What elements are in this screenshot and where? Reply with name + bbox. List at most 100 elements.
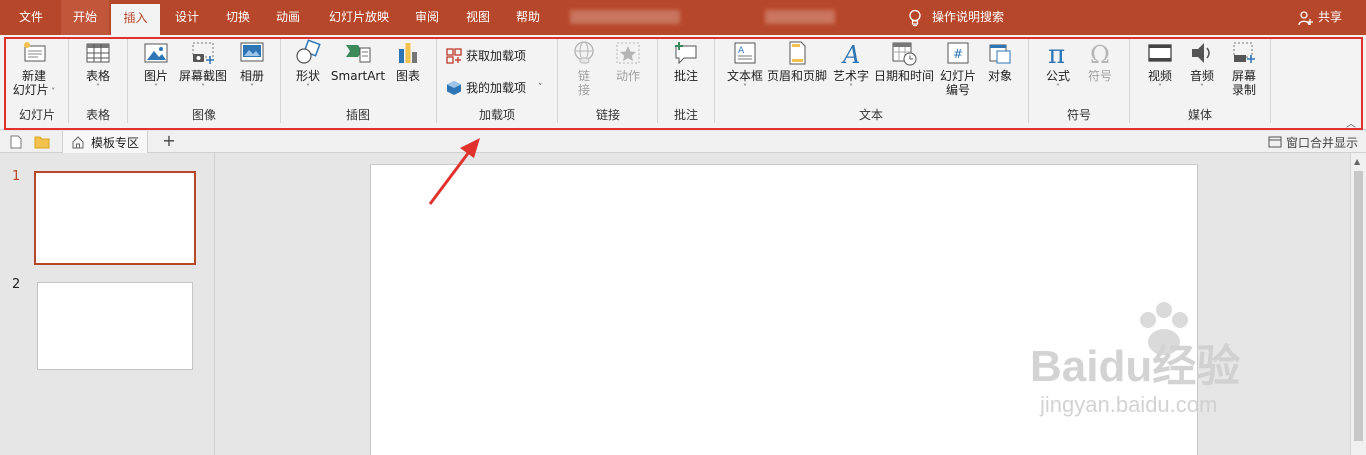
header-footer-icon	[789, 41, 806, 65]
group-comments: 批注 批注	[660, 35, 712, 129]
table-button[interactable]: 表格 ˅	[76, 39, 120, 93]
tab-view[interactable]: 视图	[456, 0, 500, 35]
table-label: 表格	[85, 69, 110, 83]
smartart-button[interactable]: SmartArt	[330, 39, 386, 83]
slide-number-button[interactable]: # 幻灯片 编号	[938, 39, 978, 97]
pi-icon: π	[1048, 40, 1065, 67]
screen-recording-button[interactable]: 屏幕 录制	[1224, 39, 1264, 97]
tell-me-label: 操作说明搜索	[932, 10, 1005, 24]
comment-button[interactable]: 批注	[664, 39, 708, 83]
omega-icon: Ω	[1090, 41, 1110, 67]
new-slide-button[interactable]: 新建 幻灯片 ˅	[6, 39, 62, 97]
header-footer-button[interactable]: 页眉和页脚	[766, 39, 828, 83]
slide-thumbnail[interactable]	[34, 171, 196, 265]
tab-help[interactable]: 帮助	[506, 0, 550, 35]
get-addins-label: 获取加载项	[466, 49, 527, 63]
document-tab-bar: 模板专区 + 窗口合并显示	[0, 131, 1366, 153]
tell-me-search[interactable]: 操作说明搜索	[908, 0, 1004, 35]
new-slide-label-1: 新建	[21, 69, 46, 83]
divider	[657, 39, 658, 123]
object-button[interactable]: 对象	[980, 39, 1020, 83]
speaker-icon	[1192, 43, 1210, 63]
slide-number-label-1: 幻灯片	[939, 69, 976, 83]
textbox-button[interactable]: A 文本框 ˅	[724, 39, 766, 93]
chevron-down-icon: ˅	[48, 87, 56, 96]
folder-icon[interactable]	[34, 135, 50, 149]
picture-button[interactable]: 图片 ˅	[136, 39, 176, 93]
chevron-down-icon: ˅	[1056, 83, 1060, 92]
new-slide-icon	[24, 42, 46, 62]
store-icon	[446, 47, 462, 64]
group-tables: 表格 ˅ 表格	[70, 35, 126, 129]
wordart-icon: A	[841, 41, 860, 67]
datetime-button[interactable]: 日期和时间	[872, 39, 936, 83]
smartart-label: SmartArt	[330, 69, 386, 83]
tab-home[interactable]: 开始	[61, 0, 109, 35]
divider	[280, 39, 281, 123]
vertical-scrollbar[interactable]: ▲	[1350, 153, 1366, 455]
tab-review[interactable]: 审阅	[406, 0, 448, 35]
group-text: A 文本框 ˅ 页眉和页脚 A 艺术字 ˅ 日期和时间 # 幻灯片 编号 对象 …	[716, 35, 1026, 129]
tab-slideshow[interactable]: 幻灯片放映	[318, 0, 400, 35]
chevron-down-icon: ˅	[743, 83, 747, 92]
shapes-button[interactable]: 形状 ˅	[288, 39, 328, 93]
blurred-area	[570, 10, 680, 24]
equation-button[interactable]: π 公式 ˅	[1038, 39, 1078, 93]
group-label: 图像	[191, 108, 216, 122]
home-icon	[72, 136, 84, 149]
new-document-icon[interactable]	[10, 135, 22, 149]
link-button[interactable]: 链 接	[566, 39, 602, 97]
globe-link-icon	[574, 41, 594, 64]
tab-template-zone[interactable]: 模板专区	[62, 131, 149, 153]
divider	[557, 39, 558, 123]
add-tab-button[interactable]: +	[158, 131, 180, 153]
slide-thumbnail[interactable]	[37, 282, 193, 370]
collapse-ribbon-icon[interactable]: ︿	[1346, 115, 1356, 130]
chevron-down-icon: ˅	[306, 83, 310, 92]
screen-recording-label-1: 屏幕	[1231, 69, 1256, 83]
object-icon	[989, 44, 1011, 64]
divider	[714, 39, 715, 123]
share-label: 共享	[1317, 10, 1342, 24]
new-slide-label-2: 幻灯片	[12, 83, 49, 97]
group-label: 链接	[595, 108, 620, 122]
equation-label: 公式	[1045, 69, 1070, 83]
photo-album-button[interactable]: 相册 ˅	[232, 39, 272, 93]
group-media: 视频 ˅ 音频 ˅ 屏幕 录制 媒体	[1132, 35, 1268, 129]
symbol-button[interactable]: Ω 符号	[1080, 39, 1120, 83]
share-button[interactable]: 共享	[1298, 0, 1342, 35]
person-add-icon	[1298, 10, 1313, 25]
comment-label: 批注	[673, 69, 698, 83]
tab-transitions[interactable]: 切换	[216, 0, 260, 35]
chart-button[interactable]: 图表	[388, 39, 428, 83]
merge-windows-label: 窗口合并显示	[1285, 135, 1358, 150]
screen-recording-label-2: 录制	[1231, 83, 1256, 97]
group-illustrations: 形状 ˅ SmartArt 图表 插图	[282, 35, 434, 129]
tab-insert[interactable]: 插入	[111, 4, 160, 35]
group-label: 加载项	[478, 108, 515, 122]
tab-design[interactable]: 设计	[166, 0, 208, 35]
scroll-up-icon[interactable]: ▲	[1354, 157, 1360, 166]
audio-button[interactable]: 音频 ˅	[1182, 39, 1222, 93]
window-icon	[1268, 136, 1282, 148]
screen-record-icon	[1233, 42, 1255, 63]
wordart-button[interactable]: A 艺术字 ˅	[830, 39, 872, 93]
slide-number-icon: #	[947, 42, 969, 64]
scrollbar-thumb[interactable]	[1354, 171, 1363, 441]
blurred-area	[765, 10, 835, 24]
screenshot-button[interactable]: 屏幕截图 ˅	[176, 39, 230, 93]
chevron-down-icon: ˅	[96, 83, 100, 92]
action-button[interactable]: 动作	[608, 39, 648, 83]
svg-text:Ω: Ω	[1090, 41, 1110, 67]
tab-animations[interactable]: 动画	[266, 0, 310, 35]
chevron-down-icon: ˅	[849, 83, 853, 92]
get-addins-button[interactable]: 获取加载项	[446, 47, 526, 64]
template-zone-label: 模板专区	[91, 135, 140, 150]
group-label: 批注	[673, 108, 698, 122]
merge-windows-button[interactable]: 窗口合并显示	[1268, 131, 1358, 153]
chevron-down-icon: ˅	[154, 83, 158, 92]
my-addins-button[interactable]: 我的加载项 ˅	[446, 79, 543, 96]
tab-file[interactable]: 文件	[8, 0, 54, 35]
group-images: 图片 ˅ 屏幕截图 ˅ 相册 ˅ 图像	[130, 35, 278, 129]
video-button[interactable]: 视频 ˅	[1140, 39, 1180, 93]
